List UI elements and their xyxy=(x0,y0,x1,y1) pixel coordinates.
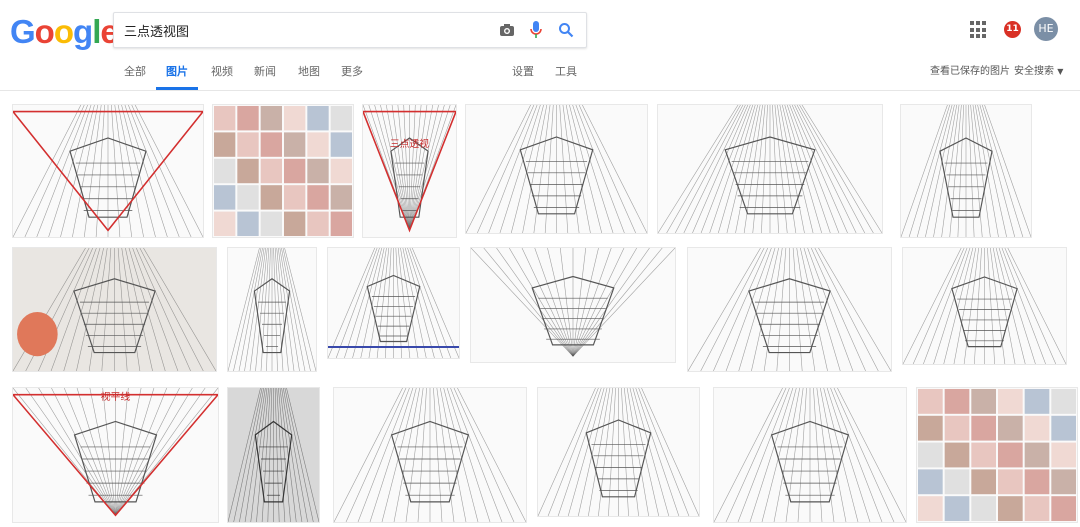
tab-more[interactable]: 更多 xyxy=(340,58,364,90)
notifications-badge[interactable]: 11 xyxy=(1004,21,1021,38)
image-result-thumbnail[interactable] xyxy=(333,387,527,523)
dropdown-arrow-icon: ▼ xyxy=(1057,67,1064,76)
image-result-thumbnail[interactable]: 视平线 xyxy=(12,387,219,523)
mic-icon[interactable] xyxy=(526,20,546,40)
image-result-thumbnail[interactable] xyxy=(327,247,460,359)
image-result-thumbnail[interactable] xyxy=(227,247,317,372)
image-result-thumbnail[interactable] xyxy=(537,387,700,517)
search-box[interactable] xyxy=(113,12,587,48)
image-result-thumbnail[interactable] xyxy=(916,387,1078,523)
image-result-thumbnail[interactable] xyxy=(12,104,204,238)
safe-search-dropdown[interactable]: 安全搜索 ▼ xyxy=(1014,58,1063,86)
svg-text:三点透视: 三点透视 xyxy=(390,137,429,150)
safe-search-label: 安全搜索 xyxy=(1014,66,1054,77)
image-result-thumbnail[interactable] xyxy=(465,104,648,234)
image-result-thumbnail[interactable] xyxy=(713,387,907,523)
image-result-thumbnail[interactable]: 三点透视 xyxy=(362,104,457,238)
image-result-thumbnail[interactable] xyxy=(12,247,217,372)
tab-all[interactable]: 全部 xyxy=(123,58,147,90)
apps-grid-icon[interactable] xyxy=(970,21,988,39)
tab-news[interactable]: 新闻 xyxy=(253,58,277,90)
avatar[interactable]: HE xyxy=(1034,17,1058,41)
search-icon[interactable] xyxy=(556,20,576,40)
tab-maps[interactable]: 地图 xyxy=(297,58,321,90)
search-input[interactable] xyxy=(124,13,484,47)
image-result-thumbnail[interactable] xyxy=(687,247,892,372)
tab-videos[interactable]: 视频 xyxy=(210,58,234,90)
camera-icon[interactable] xyxy=(497,20,517,40)
google-logo[interactable]: Google xyxy=(10,12,119,52)
image-result-thumbnail[interactable] xyxy=(657,104,883,234)
header-bar: Google 全部 图片 视频 新闻 地图 更多 设置 工具 查看已保存的图片 … xyxy=(0,0,1080,91)
saved-images-link[interactable]: 查看已保存的图片 xyxy=(930,58,1010,86)
image-result-thumbnail[interactable] xyxy=(902,247,1067,365)
image-result-thumbnail[interactable] xyxy=(900,104,1032,238)
image-result-thumbnail[interactable] xyxy=(470,247,676,363)
tab-images[interactable]: 图片 xyxy=(156,58,198,90)
tab-settings[interactable]: 设置 xyxy=(511,58,535,90)
tab-tools[interactable]: 工具 xyxy=(554,58,578,90)
svg-text:视平线: 视平线 xyxy=(101,390,131,403)
image-result-thumbnail[interactable] xyxy=(227,387,320,523)
image-result-thumbnail[interactable] xyxy=(212,104,354,238)
